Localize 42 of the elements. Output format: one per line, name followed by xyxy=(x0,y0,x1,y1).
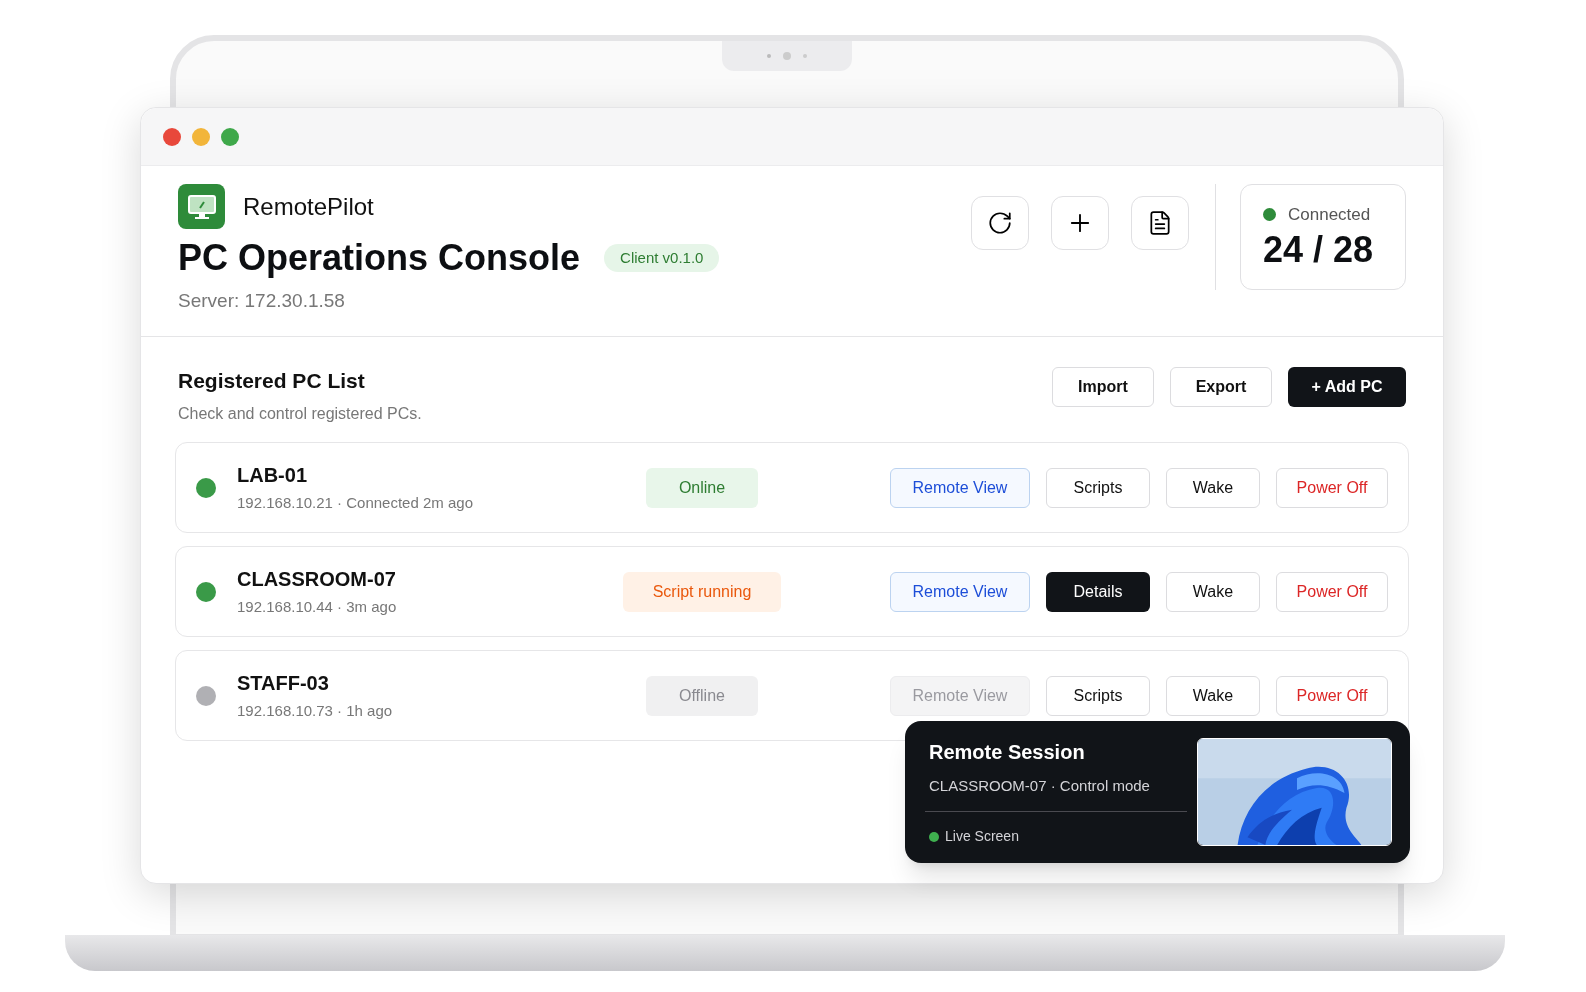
version-badge: Client v0.1.0 xyxy=(604,243,720,273)
add-button[interactable] xyxy=(1051,196,1109,250)
status-badge: Online xyxy=(646,467,758,508)
pc-name: STAFF-03 xyxy=(237,671,330,697)
pc-action-button[interactable]: Remote View xyxy=(890,571,1030,612)
section-title: Registered PC List xyxy=(178,367,366,394)
refresh-icon xyxy=(987,210,1013,236)
document-button[interactable] xyxy=(1131,196,1189,250)
connection-label: Connected xyxy=(1288,203,1371,226)
pc-action-button[interactable]: Wake xyxy=(1166,675,1260,716)
status-badge: Offline xyxy=(646,675,758,716)
live-label: Live Screen xyxy=(945,827,1019,847)
pc-action-button[interactable]: Scripts xyxy=(1046,675,1150,716)
pc-details: 192.168.10.73 · 1h ago xyxy=(237,701,394,722)
app-name: RemotePilot xyxy=(243,191,374,222)
pc-action-button[interactable]: Details xyxy=(1046,571,1150,612)
pc-action-button[interactable]: Remote View xyxy=(890,467,1030,508)
pc-action-button[interactable]: Scripts xyxy=(1046,467,1150,508)
list-action-button[interactable]: Export xyxy=(1170,366,1272,407)
pc-name: LAB-01 xyxy=(237,463,308,489)
session-subtitle: CLASSROOM-07 · Control mode xyxy=(929,775,1151,796)
zoom-button[interactable] xyxy=(221,127,239,146)
pc-action-button[interactable]: Power Off xyxy=(1276,571,1388,612)
page-title: PC Operations Console xyxy=(178,236,581,280)
add-pc-button[interactable]: + Add PC xyxy=(1288,366,1406,407)
pc-action-button[interactable]: Power Off xyxy=(1276,675,1388,716)
app-logo-icon xyxy=(178,184,225,229)
server-address: Server: 172.30.1.58 xyxy=(178,289,346,313)
list-action-button[interactable]: Import xyxy=(1052,366,1154,407)
refresh-button[interactable] xyxy=(971,196,1029,250)
pc-name: CLASSROOM-07 xyxy=(237,567,397,593)
close-button[interactable] xyxy=(163,127,181,146)
pc-details: 192.168.10.44 · 3m ago xyxy=(237,597,398,618)
connection-count: 24 / 28 xyxy=(1263,228,1375,273)
document-icon xyxy=(1147,210,1173,236)
pc-details: 192.168.10.21 · Connected 2m ago xyxy=(237,493,474,514)
pc-action-button[interactable]: Wake xyxy=(1166,467,1260,508)
pc-action-button[interactable]: Wake xyxy=(1166,571,1260,612)
status-badge: Script running xyxy=(623,571,781,612)
section-subtitle: Check and control registered PCs. xyxy=(178,404,422,424)
session-title: Remote Session xyxy=(929,739,1086,765)
pc-action-button[interactable]: Power Off xyxy=(1276,467,1388,508)
